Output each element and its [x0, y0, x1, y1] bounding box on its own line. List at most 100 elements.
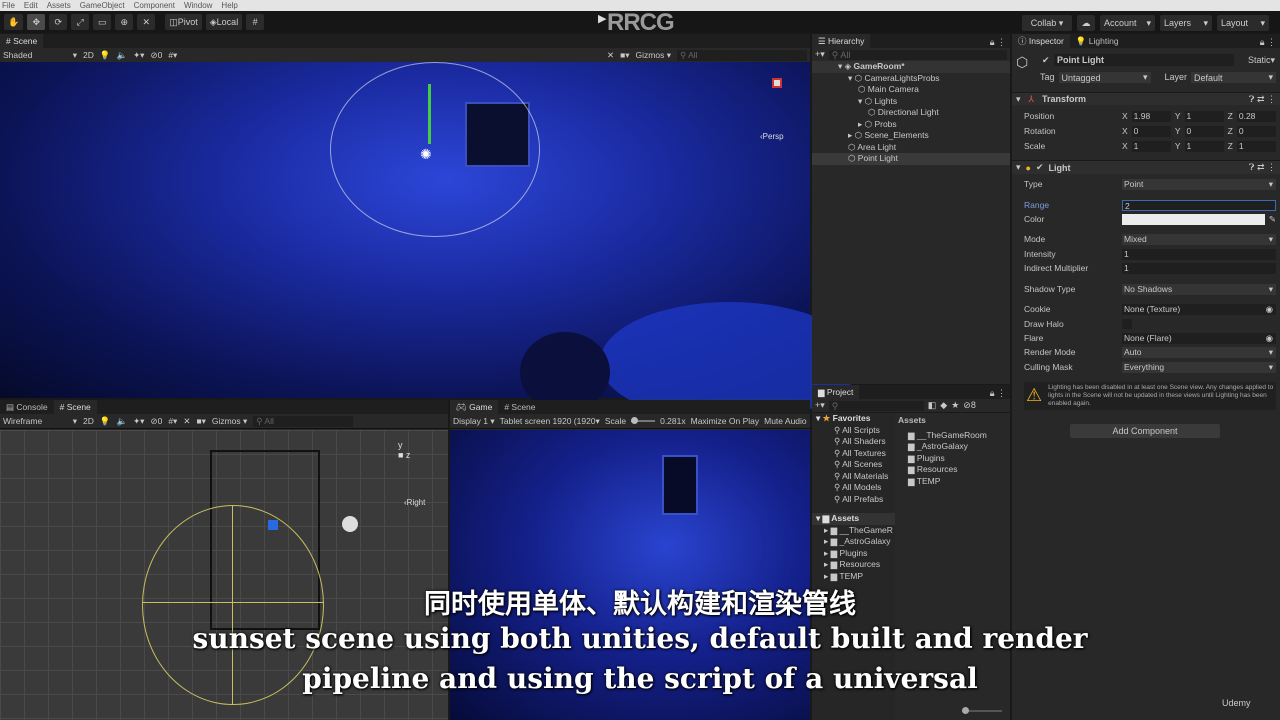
tools-icon[interactable]: ✕	[607, 50, 614, 61]
persp-label[interactable]: ‹Persp	[760, 132, 784, 141]
2d-toggle-bottom[interactable]: 2D	[83, 416, 94, 426]
asset-folder[interactable]: ▆ _AstroGalaxy	[908, 441, 1010, 453]
account-dropdown[interactable]: Account ▾	[1100, 15, 1155, 31]
menu-edit[interactable]: Edit	[24, 0, 38, 11]
display-dropdown[interactable]: Display 1 ▾	[453, 416, 495, 427]
favorite-item[interactable]: ⚲ All Textures	[812, 448, 895, 460]
inspector-lock-icon[interactable]: 🔒︎ ⋮	[1260, 37, 1280, 48]
tab-scene-game[interactable]: # Scene	[498, 400, 542, 414]
type-dropdown[interactable]: Point ▾	[1122, 178, 1276, 190]
object-name-field[interactable]: Point Light	[1054, 54, 1234, 66]
assets-tree-item[interactable]: ▸ ▆ _AstroGalaxy	[812, 536, 895, 548]
tab-game[interactable]: 🎮︎ Game	[450, 400, 499, 414]
help-icon[interactable]: ❓︎ ⇄ ⋮	[1249, 94, 1276, 105]
foldout-arrow-icon[interactable]: ▸	[848, 130, 855, 140]
position-y[interactable]: 1	[1184, 110, 1224, 122]
move-tool-icon[interactable]: ✥	[27, 14, 46, 30]
wireframe-dropdown[interactable]: Wireframe ▾	[3, 416, 77, 427]
menu-help[interactable]: Help	[221, 0, 237, 11]
scale-tool-icon[interactable]: ⤢	[71, 14, 90, 30]
play-button-icon[interactable]: ▶	[598, 12, 606, 25]
scale-y[interactable]: 1	[1184, 140, 1224, 152]
assets-tree-header[interactable]: ▾ ▆ Assets	[812, 513, 895, 525]
hierarchy-item[interactable]: ▸ ⬡ Probs	[812, 119, 1010, 131]
scene-search-input[interactable]: ⚲ All	[677, 49, 807, 61]
foldout-arrow-icon[interactable]: ▾	[848, 73, 855, 83]
filter-type-icon[interactable]: ◧	[928, 400, 937, 411]
grid-toggle-bottom-icon[interactable]: #▾	[168, 416, 177, 427]
rotation-x[interactable]: 0	[1131, 125, 1171, 137]
light-probe-icon[interactable]	[268, 520, 278, 530]
2d-toggle[interactable]: 2D	[83, 50, 94, 60]
icon-size-slider-thumb[interactable]	[962, 707, 969, 714]
scale-x[interactable]: 1	[1131, 140, 1171, 152]
project-lock-icon[interactable]: 🔒︎ ⋮	[990, 388, 1010, 399]
color-swatch[interactable]	[1122, 213, 1265, 225]
tab-lighting[interactable]: 💡 Lighting	[1069, 34, 1125, 48]
menu-file[interactable]: File	[2, 0, 15, 11]
mute-audio-toggle[interactable]: Mute Audio	[764, 416, 807, 426]
resolution-dropdown[interactable]: Tablet screen 1920 (1920▾	[500, 416, 600, 427]
asset-folder[interactable]: ▆ Resources	[908, 464, 1010, 476]
layers-dropdown[interactable]: Layers ▾	[1160, 15, 1212, 31]
assets-tree-item[interactable]: ▸ ▆ Plugins	[812, 548, 895, 560]
asset-folder[interactable]: ▆ __TheGameRoom	[908, 430, 1010, 442]
assets-tree-item[interactable]: ▸ ▆ __TheGameR	[812, 525, 895, 537]
transform-tool-icon[interactable]: ⊕	[115, 14, 134, 30]
lighting-toggle-icon[interactable]: 💡	[100, 50, 111, 61]
tab-project[interactable]: ▆ Project	[812, 385, 860, 399]
hierarchy-item[interactable]: ⬡ Directional Light	[812, 107, 1010, 119]
scene-view-viewport[interactable]: ✺ ‹Persp	[0, 62, 860, 422]
menu-gameobject[interactable]: GameObject	[80, 0, 125, 11]
favorite-star-icon[interactable]: ★	[951, 400, 959, 411]
custom-tool-icon[interactable]: ✕	[137, 14, 156, 30]
icon-size-slider[interactable]	[962, 707, 1002, 714]
favorites-header[interactable]: ▾ ★ Favorites	[812, 413, 895, 425]
menu-window[interactable]: Window	[184, 0, 212, 11]
filter-label-icon[interactable]: ◆	[940, 400, 947, 411]
object-picker-icon[interactable]: ◉	[1266, 304, 1273, 315]
favorite-item[interactable]: ⚲ All Scenes	[812, 459, 895, 471]
gizmos-dropdown[interactable]: Gizmos ▾	[636, 50, 671, 61]
active-checkbox[interactable]: ✔	[1042, 55, 1050, 66]
favorite-item[interactable]: ⚲ All Scripts	[812, 425, 895, 437]
menu-assets[interactable]: Assets	[47, 0, 71, 11]
position-x[interactable]: 1.98	[1131, 110, 1171, 122]
hierarchy-item[interactable]: ⬡ Area Light	[812, 142, 1010, 154]
rect-tool-icon[interactable]: ▭	[93, 14, 112, 30]
project-search-input[interactable]: ⚲	[828, 400, 924, 411]
scene-bottom-search[interactable]: ⚲ All	[253, 415, 354, 427]
transform-header[interactable]: ▾ ⅄ Transform ❓︎ ⇄ ⋮	[1012, 92, 1280, 105]
position-z[interactable]: 0.28	[1236, 110, 1277, 122]
foldout-arrow-icon[interactable]: ▾	[858, 96, 865, 106]
local-button[interactable]: ◈ Local	[205, 14, 243, 30]
light-header[interactable]: ▾ ● ✔ Light ❓︎ ⇄ ⋮	[1012, 160, 1280, 174]
layer-dropdown[interactable]: Default ▾	[1191, 72, 1276, 83]
shadow-dropdown[interactable]: No Shadows ▾	[1122, 283, 1276, 295]
rotation-y[interactable]: 0	[1184, 125, 1224, 137]
point-light-range-gizmo[interactable]	[330, 62, 540, 237]
favorite-item[interactable]: ⚲ All Shaders	[812, 436, 895, 448]
scene-orientation-gizmo[interactable]: ‹Persp	[758, 70, 794, 141]
favorite-item[interactable]: ⚲ All Materials	[812, 471, 895, 483]
asset-folder[interactable]: ▆ TEMP	[908, 476, 1010, 488]
collab-dropdown[interactable]: Collab ▾	[1022, 15, 1072, 31]
indirect-field[interactable]: 1	[1122, 262, 1276, 274]
menu-component[interactable]: Component	[134, 0, 175, 11]
render-mode-dropdown[interactable]: Auto ▾	[1122, 346, 1276, 358]
light-foldout-arrow-icon[interactable]: ▾	[1016, 162, 1021, 173]
create-button[interactable]: +▾	[815, 49, 825, 60]
tab-console[interactable]: ▤ Console	[0, 400, 54, 414]
cookie-field[interactable]: None (Texture) ◉	[1122, 303, 1276, 315]
scale-z[interactable]: 1	[1236, 140, 1277, 152]
shading-mode-dropdown[interactable]: Shaded ▾	[3, 50, 77, 61]
lighting-toggle-bottom-icon[interactable]: 💡	[100, 416, 111, 427]
hand-tool-icon[interactable]: ✋	[4, 14, 24, 30]
light-help-icon[interactable]: ❓︎ ⇄ ⋮	[1249, 162, 1276, 173]
project-create-button[interactable]: +▾	[815, 400, 825, 411]
static-toggle[interactable]: Static▾	[1248, 55, 1275, 66]
foldout-arrow-icon[interactable]: ▾	[838, 61, 845, 71]
foldout-arrow-icon[interactable]: ▾	[1016, 94, 1021, 105]
assets-tree-item[interactable]: ▸ ▆ Resources	[812, 559, 895, 571]
eyedropper-icon[interactable]: ✎	[1269, 214, 1276, 225]
